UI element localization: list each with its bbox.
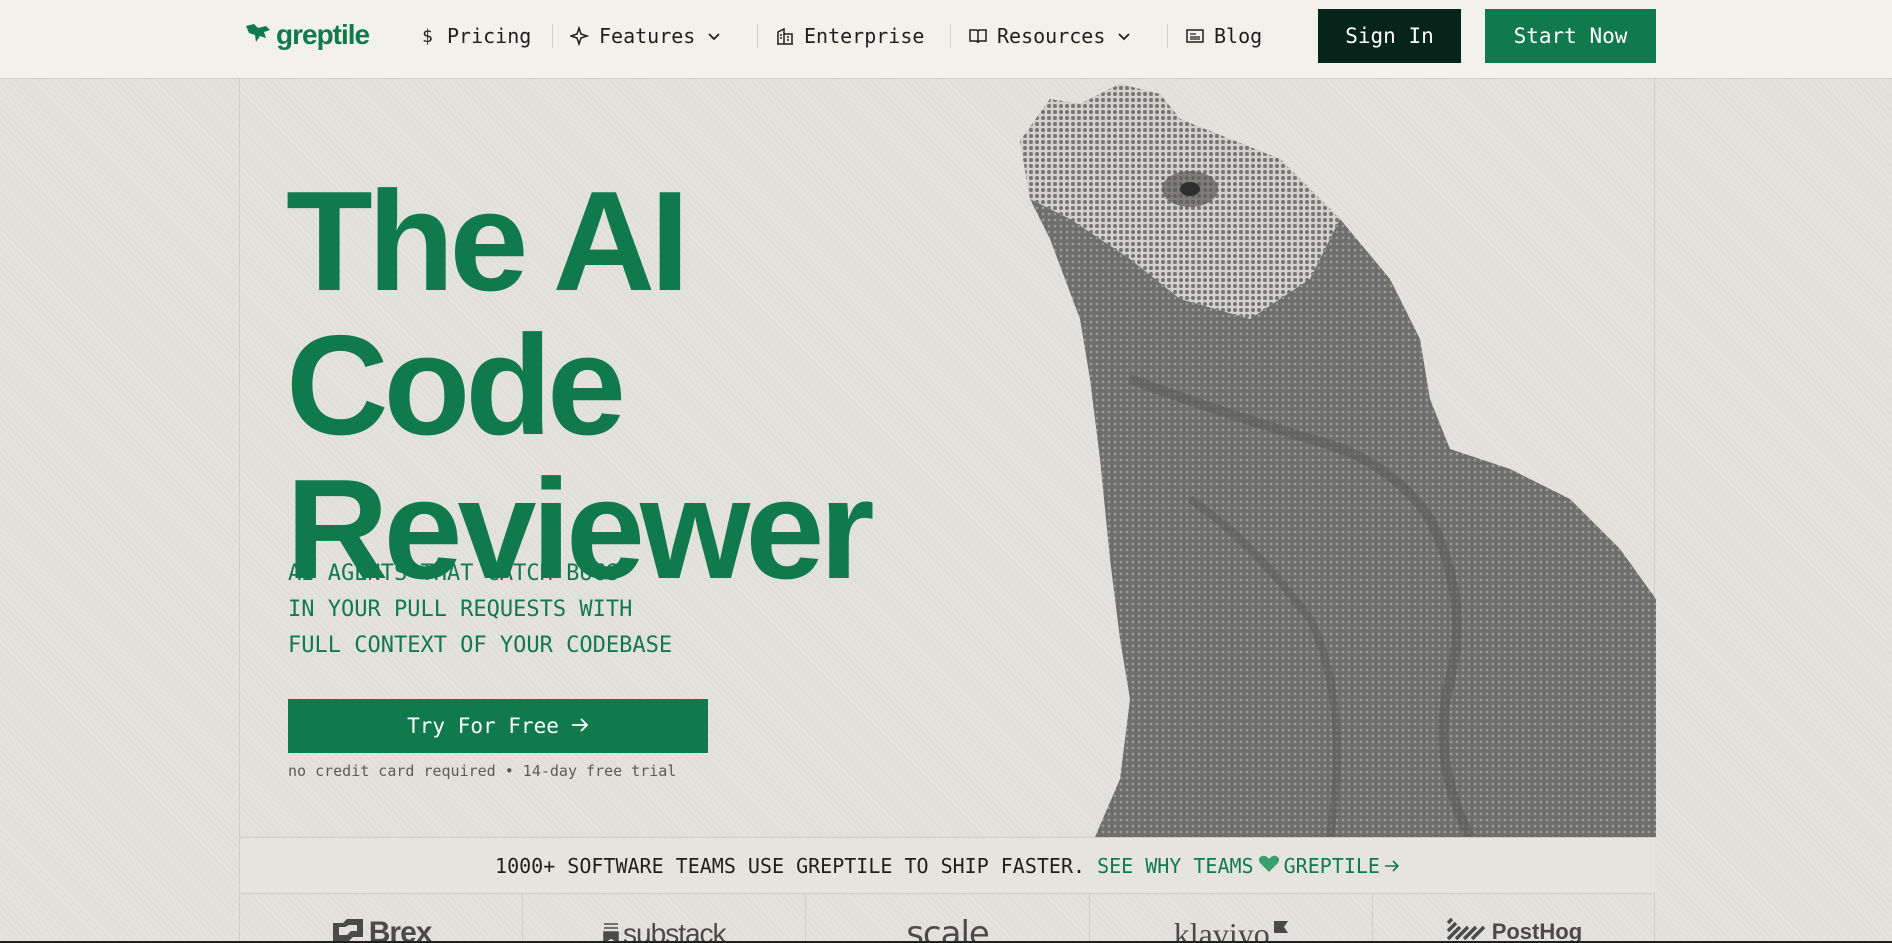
- nav-blog-label: Blog: [1214, 24, 1263, 48]
- customer-logo-substack: substack: [523, 894, 807, 943]
- social-proof-strip: 1000+ SOFTWARE TEAMS USE GREPTILE TO SHI…: [240, 837, 1655, 894]
- customer-logo-brex: Brex: [240, 894, 524, 943]
- building-icon: [775, 26, 795, 46]
- arrow-right-icon: [1384, 854, 1400, 878]
- nav-blog[interactable]: Blog: [1185, 20, 1262, 52]
- nav-resources[interactable]: Resources: [968, 20, 1134, 52]
- see-why-teams-link[interactable]: SEE WHY TEAMS GREPTILE: [1097, 854, 1400, 878]
- sign-in-button[interactable]: Sign In: [1318, 9, 1461, 63]
- hero-title-line1: The AI Code: [286, 162, 690, 465]
- nav-divider: [1167, 24, 1168, 48]
- nav-divider: [552, 24, 553, 48]
- nav-pricing-label: Pricing: [447, 24, 532, 48]
- nav-features[interactable]: Features: [570, 20, 724, 52]
- start-now-button[interactable]: Start Now: [1485, 9, 1656, 63]
- substack-logo-text: substack: [623, 918, 726, 943]
- arrow-right-icon: [571, 714, 589, 738]
- book-icon: [968, 26, 988, 46]
- svg-text:$: $: [422, 26, 433, 46]
- klaviyo-logo-text: klaviyo: [1173, 916, 1270, 943]
- sparkle-icon: [570, 26, 590, 46]
- heart-icon: [1258, 854, 1280, 878]
- hero-subtitle-line2: IN YOUR PULL REQUESTS WITH: [288, 597, 633, 622]
- dollar-icon: $: [418, 26, 438, 46]
- hero-subtitle-line3: FULL CONTEXT OF YOUR CODEBASE: [288, 633, 673, 658]
- hero-subtitle: AI AGENTS THAT CATCH BUGS IN YOUR PULL R…: [288, 556, 748, 664]
- brex-logo-text: Brex: [368, 916, 433, 943]
- substack-logo-icon: [603, 919, 619, 943]
- nav-resources-label: Resources: [997, 24, 1106, 48]
- newspaper-icon: [1185, 26, 1205, 46]
- nav-enterprise[interactable]: Enterprise: [775, 20, 924, 52]
- greptile-link-label: GREPTILE: [1283, 853, 1380, 878]
- scale-logo-text: scale: [906, 914, 990, 943]
- klaviyo-flag-icon: [1273, 907, 1288, 937]
- nav-enterprise-label: Enterprise: [804, 24, 925, 48]
- hero-title: The AI Code Reviewer: [286, 170, 1046, 602]
- nav-pricing[interactable]: $ Pricing: [418, 20, 531, 52]
- posthog-logo-text: PostHog: [1491, 919, 1583, 943]
- iguana-illustration: [1010, 79, 1656, 840]
- logo-text: greptile: [276, 19, 370, 50]
- lizard-logo-icon: [244, 20, 272, 51]
- nav-features-label: Features: [599, 24, 696, 48]
- see-why-teams-label: SEE WHY TEAMS: [1097, 853, 1254, 878]
- brex-logo-icon: [331, 917, 365, 943]
- top-navigation: greptile $ Pricing Features Enterprise R…: [0, 0, 1892, 79]
- nav-divider: [757, 24, 758, 48]
- customer-logo-klaviyo: klaviyo: [1090, 894, 1373, 943]
- hero-subtitle-line1: AI AGENTS THAT CATCH BUGS: [288, 561, 620, 586]
- nav-divider: [950, 24, 951, 48]
- chevron-down-icon: [1114, 26, 1134, 46]
- greptile-logo[interactable]: greptile: [244, 18, 370, 52]
- customer-logo-scale: scale: [806, 894, 1090, 943]
- posthog-logo-icon: [1446, 915, 1488, 943]
- try-for-free-label: Try For Free: [407, 714, 559, 738]
- chevron-down-icon: [704, 26, 724, 46]
- social-proof-text: 1000+ SOFTWARE TEAMS USE GREPTILE TO SHI…: [495, 853, 1086, 878]
- customer-logos: Brex substack scale klaviyo PostHog: [240, 894, 1655, 943]
- try-for-free-button[interactable]: Try For Free: [288, 699, 708, 753]
- trial-note: no credit card required • 14-day free tr…: [288, 762, 677, 780]
- customer-logo-posthog: PostHog: [1373, 894, 1655, 943]
